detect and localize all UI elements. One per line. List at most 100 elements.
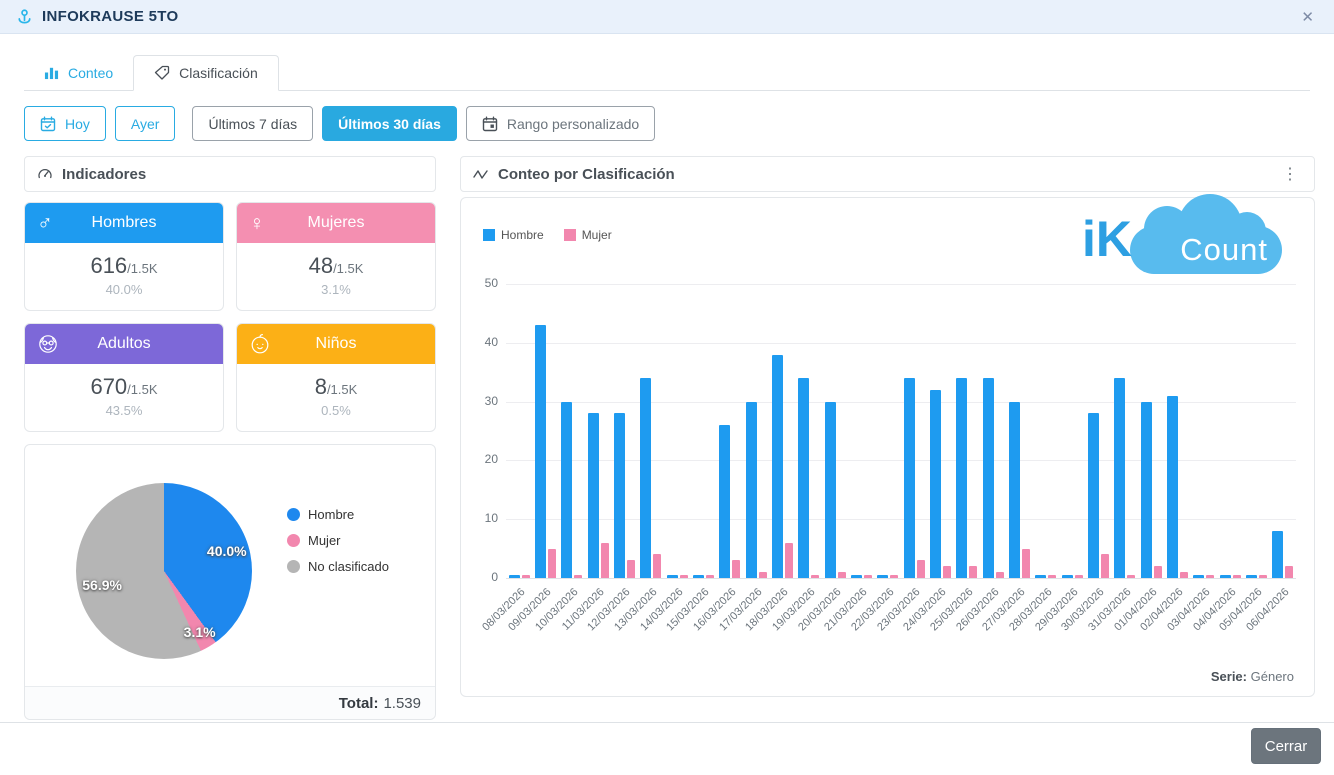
bar-mujer [759,572,767,578]
bar-hombre [746,402,757,578]
bar-group-02-04-2026: 02/04/2026 [1164,284,1190,578]
bar-group-11-03-2026: 11/03/2026 [585,284,611,578]
bar-group-14-03-2026: 14/03/2026 [664,284,690,578]
indicator-percent: 0.5% [237,403,435,418]
bar-hombre [1246,575,1257,578]
pie-slice-label: 56.9% [82,577,122,593]
bar-group-20-03-2026: 20/03/2026 [822,284,848,578]
bar-legend-item: Hombre [483,228,544,242]
indicator-card-label: Mujeres [237,214,435,232]
indicator-percent: 40.0% [25,282,223,297]
bar-hombre [588,413,599,578]
indicator-card-header: Adultos [25,324,223,364]
bar-hombre [904,378,915,578]
filter-button-hoy[interactable]: Hoy [24,106,106,141]
bar-hombre [667,575,678,578]
indicator-denominator: /1.5K [127,382,157,397]
bar-hombre [1114,378,1125,578]
bar-hombre [956,378,967,578]
classification-panel-header: Conteo por Clasificación ⋮ [460,156,1315,192]
bar-legend-label: Mujer [582,228,612,242]
calendar-icon [482,116,498,132]
bar-mujer [574,575,582,578]
filter-label: Hoy [65,116,90,132]
indicator-card-body: 616/1.5K40.0% [25,243,223,310]
bar-mujer [1233,575,1241,578]
indicator-card-body: 670/1.5K 43.5% [25,364,223,431]
indicator-card-header: ♀Mujeres [237,203,435,243]
bar-hombre [1009,402,1020,578]
indicator-card-body: 8/1.5K0.5% [237,364,435,431]
y-axis-tick-30: 30 [468,394,498,408]
bar-group-17-03-2026: 17/03/2026 [743,284,769,578]
bar-chart-plot: 0102030405008/03/202609/03/202610/03/202… [506,284,1296,578]
bar-mujer [1101,554,1109,578]
tab-clasificacion[interactable]: Clasificación [133,55,279,91]
bar-hombre [1035,575,1046,578]
close-icon[interactable]: ✕ [1297,6,1318,28]
bar-hombre [1220,575,1231,578]
indicator-card-header: ♂Hombres [25,203,223,243]
bar-group-26-03-2026: 26/03/2026 [980,284,1006,578]
filter-button--ltimos-30-d-as[interactable]: Últimos 30 días [322,106,457,141]
indicator-card-label: Hombres [25,214,223,232]
bar-hombre [930,390,941,578]
calendar-check-icon [40,116,56,132]
date-filter-bar: Hoy Ayer Últimos 7 días Últimos 30 días Rang… [24,106,655,141]
gender-pie-chart: 40.0%3.1%56.9% [76,483,252,659]
bar-mujer [1127,575,1135,578]
pie-slice-label: 40.0% [207,543,247,559]
bar-mujer [1048,575,1056,578]
bar-mujer [732,560,740,578]
bar-group-31-03-2026: 31/03/2026 [1112,284,1138,578]
tab-bar: Conteo Clasificación [24,55,1310,91]
bar-hombre [614,413,625,578]
indicator-count: 670 [90,374,127,399]
bar-group-05-04-2026: 05/04/2026 [1243,284,1269,578]
indicator-count: 616 [90,253,127,278]
bar-group-19-03-2026: 19/03/2026 [796,284,822,578]
indicator-card-niños: Niños8/1.5K0.5% [236,323,436,432]
female-icon: ♀ [249,213,265,234]
classification-panel-title: Conteo por Clasificación [498,166,675,183]
kebab-menu-icon[interactable]: ⋮ [1278,164,1302,184]
bar-mujer [890,575,898,578]
cerrar-button[interactable]: Cerrar [1251,728,1321,764]
serie-caption: Serie: Género [1211,669,1294,684]
bar-group-29-03-2026: 29/03/2026 [1059,284,1085,578]
legend-swatch [483,229,495,241]
footer-divider [0,722,1334,723]
bar-mujer [1022,549,1030,578]
pie-legend-item: No clasificado [287,559,389,574]
bar-group-28-03-2026: 28/03/2026 [1033,284,1059,578]
classification-chart-card: HombreMujer Count iK 0102030405008/03/20… [460,197,1315,697]
indicators-panel-title: Indicadores [62,166,146,183]
tab-conteo[interactable]: Conteo [24,55,133,90]
pie-total-footer: Total: 1.539 [25,686,435,719]
bar-group-10-03-2026: 10/03/2026 [559,284,585,578]
filter-button-rango-personalizado[interactable]: Rango personalizado [466,106,655,141]
bar-hombre [983,378,994,578]
filter-button--ltimos-7-d-as[interactable]: Últimos 7 días [192,106,313,141]
filter-button-ayer[interactable]: Ayer [115,106,176,141]
bar-mujer [838,572,846,578]
bar-mujer [996,572,1004,578]
indicators-panel-header: Indicadores [24,156,436,192]
classification-column: Conteo por Clasificación ⋮ Hombre Mujer C… [460,156,1315,697]
y-axis-tick-50: 50 [468,276,498,290]
pie-legend-item: Mujer [287,533,389,548]
y-axis-tick-20: 20 [468,452,498,466]
bar-hombre [1272,531,1283,578]
bar-mujer [1285,566,1293,578]
bar-group-27-03-2026: 27/03/2026 [1006,284,1032,578]
indicator-percent: 3.1% [237,282,435,297]
bar-hombre [1088,413,1099,578]
app-logo-icon [16,8,33,25]
bar-group-24-03-2026: 24/03/2026 [927,284,953,578]
y-axis-tick-10: 10 [468,511,498,525]
bar-mujer [1180,572,1188,578]
window-title: INFOKRAUSE 5TO [42,8,178,25]
bar-mujer [1075,575,1083,578]
indicator-card-adultos: Adultos 670/1.5K 43.5% [24,323,224,432]
indicator-percent: 43.5% [25,403,223,418]
